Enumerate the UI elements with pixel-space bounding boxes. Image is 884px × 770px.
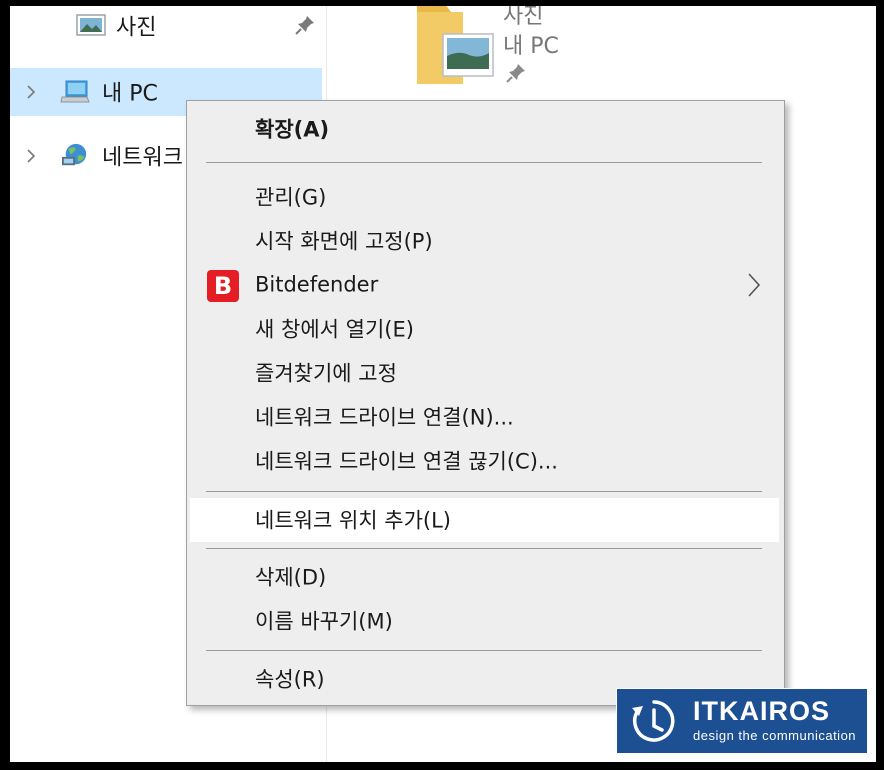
menu-item-map-network-drive[interactable]: 네트워크 드라이브 연결(N)... [187, 397, 784, 437]
menu-item-manage[interactable]: 관리(G) [187, 177, 784, 217]
menu-item-label: 네트워크 드라이브 연결(N)... [255, 405, 514, 430]
menu-item-label: 삭제(D) [255, 565, 327, 590]
nav-item-label: 네트워크 [102, 145, 183, 171]
menu-separator [206, 548, 762, 549]
menu-item-label: 이름 바꾸기(M) [255, 609, 393, 634]
nav-item-label: 내 PC [102, 81, 158, 107]
menu-separator [206, 491, 762, 492]
watermark-title: ITKAIROS [693, 696, 831, 726]
watermark-subtitle: design the communication [693, 728, 857, 743]
menu-item-pin-quick-access[interactable]: 즐겨찾기에 고정 [187, 353, 784, 393]
menu-item-label: 즐겨찾기에 고정 [255, 361, 397, 386]
menu-separator [206, 650, 762, 651]
menu-item-label: Bitdefender [255, 272, 379, 297]
itkairos-logo-icon [632, 700, 675, 742]
pin-icon [295, 16, 314, 35]
context-menu: 확장(A) 관리(G) 시작 화면에 고정(P) B Bitdefender 새… [186, 100, 785, 706]
menu-separator [206, 162, 762, 163]
folder-name: 사진 [503, 6, 544, 29]
nav-item-label: 사진 [116, 15, 157, 41]
menu-item-disconnect-network-drive[interactable]: 네트워크 드라이브 연결 끊기(C)... [187, 441, 784, 481]
menu-item-bitdefender[interactable]: B Bitdefender [187, 261, 784, 309]
itkairos-watermark: ITKAIROS design the communication [616, 688, 868, 754]
nav-item-pictures[interactable]: 사진 [10, 6, 322, 50]
menu-item-pin-to-start[interactable]: 시작 화면에 고정(P) [187, 221, 784, 261]
file-explorer-window: 사진 내 PC 네트워크 사진 내 PC 확장(A) 관리(G) 시작 화면에 … [10, 6, 876, 762]
this-pc-icon [60, 80, 90, 103]
bitdefender-icon: B [207, 270, 239, 302]
menu-item-label: 새 창에서 열기(E) [255, 317, 414, 342]
menu-item-label: 시작 화면에 고정(P) [255, 229, 433, 254]
menu-item-label: 네트워크 드라이브 연결 끊기(C)... [255, 449, 558, 474]
menu-item-label: 네트워크 위치 추가(L) [255, 508, 451, 533]
menu-item-label: 확장(A) [255, 117, 330, 142]
menu-item-label: 속성(R) [255, 667, 325, 692]
folder-location: 내 PC [503, 34, 559, 59]
menu-item-delete[interactable]: 삭제(D) [187, 557, 784, 597]
pictures-folder-icon[interactable] [415, 6, 505, 90]
menu-item-expand[interactable]: 확장(A) [187, 109, 784, 149]
pictures-icon [76, 14, 106, 36]
menu-item-rename[interactable]: 이름 바꾸기(M) [187, 601, 784, 641]
network-icon [62, 143, 87, 166]
menu-item-open-new-window[interactable]: 새 창에서 열기(E) [187, 309, 784, 349]
pin-icon [506, 64, 525, 83]
submenu-arrow-icon [748, 273, 761, 297]
menu-item-label: 관리(G) [255, 185, 327, 210]
chevron-right-icon[interactable] [24, 85, 38, 99]
menu-item-add-network-location[interactable]: 네트워크 위치 추가(L) [190, 498, 779, 542]
chevron-right-icon[interactable] [24, 149, 38, 163]
